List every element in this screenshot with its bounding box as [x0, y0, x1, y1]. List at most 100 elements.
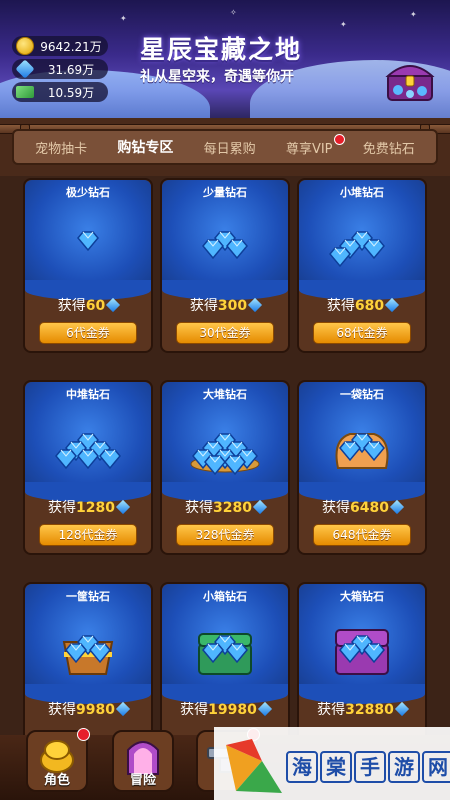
diamond-pack-icon: [77, 231, 99, 252]
watermark-char: 网: [422, 751, 450, 783]
pack-name: 中堆钻石: [66, 388, 110, 401]
purchase-button[interactable]: 328代金券: [176, 524, 274, 546]
pack-reward: 获得19980: [162, 699, 288, 719]
cash-currency: 10.59万: [12, 82, 108, 102]
pack-reward: 获得300: [162, 295, 288, 315]
reward-prefix: 获得: [326, 298, 355, 314]
pack-name: 一筐钻石: [66, 590, 110, 603]
pack-reward: 获得6480: [299, 497, 425, 517]
purchase-button[interactable]: 6代金券: [39, 322, 137, 344]
diamond-pack-card[interactable]: 大堆钻石 获得3280 328代金券: [160, 380, 290, 555]
purchase-button[interactable]: 648代金券: [313, 524, 411, 546]
diamond-icon: [106, 297, 121, 313]
watermark-text: 海 棠 手 游 网: [286, 751, 450, 783]
pack-name: 小堆钻石: [340, 186, 384, 199]
pack-reward: 获得60: [25, 295, 151, 315]
star-icon: ✦: [120, 14, 127, 23]
treasure-chest-icon[interactable]: [382, 58, 438, 102]
reward-prefix: 获得: [180, 702, 209, 718]
diamond-pack-card[interactable]: 中堆钻石 获得1280 128代金券: [23, 380, 153, 555]
diamond-pack-icon: [198, 633, 252, 675]
reward-amount: 32880: [345, 702, 394, 718]
pack-name: 大堆钻石: [203, 388, 247, 401]
cash-value: 10.59万: [47, 85, 95, 100]
reward-amount: 1280: [76, 500, 115, 516]
diamond-icon: [248, 297, 263, 313]
diamond-icon: [385, 297, 400, 313]
pack-reward: 获得680: [299, 295, 425, 315]
tab-vip[interactable]: 尊享VIP: [282, 133, 345, 161]
diamond-pack-icon: [202, 231, 248, 260]
purchase-button[interactable]: 128代金券: [39, 524, 137, 546]
diamond-icon: [115, 701, 131, 717]
tab-buy-diamonds[interactable]: 购钻专区: [113, 133, 177, 161]
diamond-icon: [252, 499, 268, 515]
nav-character-label: 角色: [43, 773, 70, 788]
star-icon: ✧: [230, 8, 237, 17]
pack-name: 少量钻石: [203, 186, 247, 199]
diamond-pack-card[interactable]: 小堆钻石 获得680 68代金券: [297, 178, 427, 353]
pack-reward: 获得1280: [25, 497, 151, 517]
nav-character[interactable]: 角色: [26, 728, 90, 792]
site-watermark: 海 棠 手 游 网: [214, 727, 450, 800]
reward-prefix: 获得: [57, 298, 86, 314]
diamond-pack-icon: [335, 629, 389, 675]
diamond-pack-card[interactable]: 少量钻石 获得300 30代金券: [160, 178, 290, 353]
shop-tabs: 宠物抽卡 购钻专区 每日累购 尊享VIP 免费钻石: [12, 129, 438, 165]
reward-prefix: 获得: [48, 702, 77, 718]
reward-amount: 680: [354, 298, 385, 314]
diamond-value: 31.69万: [47, 62, 95, 77]
watermark-char: 手: [354, 751, 386, 783]
diamond-pack-icon: [190, 433, 260, 476]
notification-badge: [333, 133, 345, 145]
event-title: 星辰宝藏之地: [140, 35, 303, 64]
pack-name: 极少钻石: [66, 186, 110, 199]
watermark-char: 棠: [320, 751, 352, 783]
diamond-pack-card[interactable]: 极少钻石 获得60 6代金券: [23, 178, 153, 353]
reward-amount: 60: [85, 298, 106, 314]
pack-name: 大箱钻石: [340, 590, 384, 603]
reward-amount: 6480: [350, 500, 389, 516]
watermark-logo-icon: [226, 739, 282, 793]
purchase-button[interactable]: 30代金券: [176, 322, 274, 344]
purchase-button[interactable]: 68代金券: [313, 322, 411, 344]
reward-prefix: 获得: [185, 500, 214, 516]
diamond-currency: 31.69万: [12, 59, 108, 79]
diamond-pack-icon: [335, 433, 389, 469]
tab-pet-gacha[interactable]: 宠物抽卡: [31, 134, 91, 161]
pack-reward: 获得32880: [299, 699, 425, 719]
reward-prefix: 获得: [322, 500, 351, 516]
notification-badge: [77, 728, 90, 741]
diamond-pack-icon: [329, 231, 385, 268]
tab-free-diamonds[interactable]: 免费钻石: [359, 134, 419, 161]
reward-prefix: 获得: [189, 298, 218, 314]
diamond-pack-card[interactable]: 一袋钻石 获得6480 648代金券: [297, 380, 427, 555]
diamond-icon: [257, 701, 272, 717]
tab-vip-label: 尊享VIP: [285, 141, 333, 157]
diamond-icon: [389, 499, 405, 515]
reward-prefix: 获得: [317, 702, 346, 718]
nav-adventure-label: 冒险: [129, 773, 156, 788]
star-icon: ✦: [410, 10, 417, 19]
cash-icon: [16, 86, 34, 98]
gold-currency: 9642.21万: [12, 36, 108, 56]
pack-name: 小箱钻石: [203, 590, 247, 603]
event-subtitle: 礼从星空来，奇遇等你开: [140, 69, 294, 85]
tab-daily-purchase[interactable]: 每日累购: [200, 134, 260, 161]
reward-prefix: 获得: [48, 500, 77, 516]
pack-name: 一袋钻石: [340, 388, 384, 401]
reward-amount: 9980: [76, 702, 115, 718]
nav-adventure[interactable]: 冒险: [112, 730, 174, 792]
watermark-char: 海: [286, 751, 318, 783]
pack-reward: 获得3280: [162, 497, 288, 517]
gold-coin-icon: [16, 37, 34, 55]
diamond-icon: [394, 701, 409, 717]
watermark-char: 游: [388, 751, 420, 783]
gold-value: 9642.21万: [40, 39, 102, 54]
diamond-icon: [115, 499, 131, 515]
star-icon: ✦: [340, 20, 347, 29]
diamond-pack-icon: [55, 433, 121, 470]
diamond-pack-icon: [62, 635, 114, 675]
diamond-icon: [15, 59, 35, 79]
pack-reward: 获得9980: [25, 699, 151, 719]
